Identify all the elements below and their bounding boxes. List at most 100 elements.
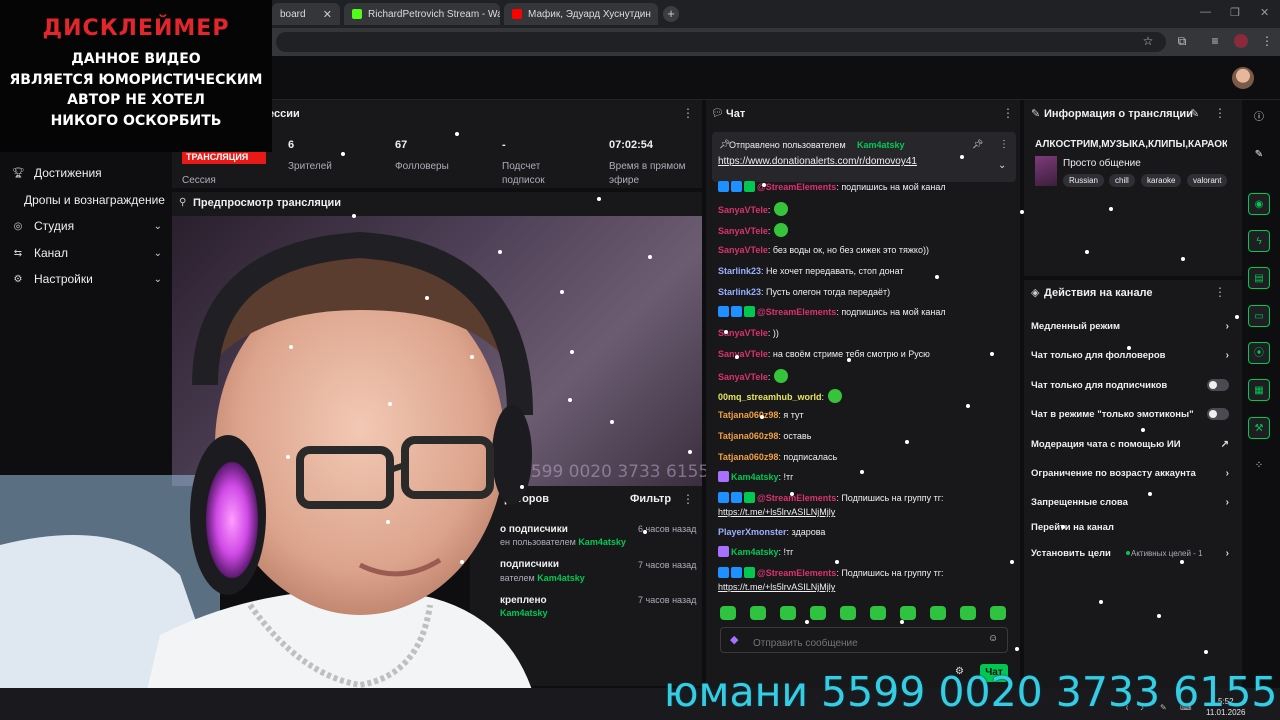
new-tab-button[interactable]: + — [663, 6, 679, 22]
chat-message[interactable]: 00mq_streamhub_world: — [718, 389, 1014, 403]
chat-username[interactable]: Kam4atsky — [731, 547, 779, 557]
camera-icon[interactable]: ◉ — [1248, 193, 1270, 215]
chat-link[interactable]: https://t.me/+ls5lrvASILNjMjly — [718, 507, 835, 517]
more-icon[interactable]: ⋮ — [1260, 34, 1274, 48]
chat-message[interactable]: SanyaVTele: — [718, 202, 1014, 216]
chat-username[interactable]: SanyaVTele — [718, 349, 768, 359]
chat-message[interactable]: PlayerXmonster: здарова — [718, 526, 1014, 538]
chat-message[interactable]: Starlink23: Не хочет передавать, стоп до… — [718, 265, 1014, 277]
chat-message[interactable]: SanyaVTele: на своём стриме тебя смотрю … — [718, 348, 1014, 360]
emote-icon[interactable] — [810, 606, 826, 620]
chat-username[interactable]: 00mq_streamhub_world — [718, 392, 822, 402]
chat-username[interactable]: @StreamElements — [757, 493, 836, 503]
chat-message[interactable]: Tatjana060z98: подписалась — [718, 451, 1014, 463]
chat-username[interactable]: PlayerXmonster — [718, 527, 787, 537]
chevron-down-icon[interactable]: ⌄ — [998, 160, 1006, 171]
chat-message[interactable]: Tatjana060z98: оставь — [718, 430, 1014, 442]
chat-username[interactable]: Starlink23 — [718, 287, 761, 297]
close-window-icon[interactable]: ✕ — [1260, 6, 1269, 19]
emote-only-toggle[interactable] — [1207, 408, 1229, 420]
unpin-icon[interactable]: 📌︎ — [972, 139, 983, 150]
info-icon[interactable]: ⓘ — [1248, 107, 1270, 129]
subscribers-only-toggle[interactable] — [1207, 379, 1229, 391]
chat-icon[interactable]: ▭ — [1248, 305, 1270, 327]
minimize-icon[interactable]: — — [1200, 6, 1211, 18]
chat-message[interactable]: @StreamElements: Подпишись на группу тг: — [718, 492, 1014, 504]
close-icon[interactable]: ✕ — [323, 8, 332, 21]
wrench-icon[interactable]: ⚒ — [1248, 417, 1270, 439]
extensions-icon[interactable]: ⧉ — [1175, 34, 1189, 48]
clipboard-icon[interactable]: ▤ — [1248, 267, 1270, 289]
chat-message[interactable]: @StreamElements: подпишись на мой канал — [718, 306, 1014, 318]
account-age-row[interactable]: Ограничение по возрасту аккаунта › — [1031, 465, 1229, 481]
chat-message[interactable]: Kam4atsky: !тг — [718, 546, 1014, 558]
more-icon[interactable]: ⋮ — [999, 139, 1009, 150]
chat-username[interactable]: Tatjana060z98 — [718, 410, 778, 420]
emote-icon[interactable] — [990, 606, 1006, 620]
avatar[interactable] — [1232, 67, 1254, 89]
more-icon[interactable]: ⋮ — [682, 492, 694, 506]
media-control-icon[interactable]: ≡ — [1208, 34, 1222, 48]
edit-icon[interactable]: ✎ — [1190, 107, 1199, 120]
pencil-icon[interactable]: ✎ — [1248, 144, 1270, 166]
filter-button[interactable]: Фильтр — [630, 493, 671, 505]
chat-username[interactable]: SanyaVTele — [718, 205, 768, 215]
emote-icon[interactable] — [960, 606, 976, 620]
chat-username[interactable]: Kam4atsky — [731, 472, 779, 482]
close-icon[interactable]: ✕ — [657, 8, 658, 21]
chat-message[interactable]: https://t.me/+ls5lrvASILNjMjly — [718, 581, 1014, 593]
emote-icon[interactable] — [840, 606, 856, 620]
chat-input[interactable] — [720, 627, 1008, 653]
chat-username[interactable]: Tatjana060z98 — [718, 431, 778, 441]
chat-message[interactable]: @StreamElements: Подпишись на группу тг: — [718, 567, 1014, 579]
chat-message[interactable]: SanyaVTele: — [718, 223, 1014, 237]
chat-message[interactable]: SanyaVTele: без воды ок, но без сижек эт… — [718, 244, 1014, 256]
chat-message[interactable]: Kam4atsky: !тг — [718, 471, 1014, 483]
pinned-link[interactable]: https://www.donationalerts.com/r/domovoy… — [718, 156, 917, 167]
browser-tab-dashboard[interactable]: board ✕ — [272, 3, 340, 25]
emote-icon[interactable] — [900, 606, 916, 620]
banned-words-row[interactable]: Запрещенные слова › — [1031, 494, 1229, 510]
chat-message[interactable]: SanyaVTele: )) — [718, 327, 1014, 339]
lightning-icon[interactable]: ϟ — [1248, 230, 1270, 252]
browser-tab-youtube[interactable]: Мафик, Эдуард Хуснутдин ✕ — [504, 3, 658, 25]
more-icon[interactable]: ⋮ — [1002, 106, 1014, 120]
chat-username[interactable]: @StreamElements — [757, 307, 836, 317]
profile-icon[interactable] — [1234, 34, 1248, 48]
emote-icon[interactable] — [930, 606, 946, 620]
more-icon[interactable]: ⋮ — [682, 106, 694, 120]
tag[interactable]: valorant — [1187, 174, 1228, 187]
chat-username[interactable]: @StreamElements — [757, 182, 836, 192]
tag[interactable]: karaoke — [1141, 174, 1182, 187]
chat-username[interactable]: Tatjana060z98 — [718, 452, 778, 462]
emote-icon[interactable] — [750, 606, 766, 620]
emote-icon[interactable] — [870, 606, 886, 620]
address-bar[interactable] — [276, 32, 1166, 52]
slow-mode-row[interactable]: Медленный режим › — [1031, 318, 1229, 334]
dots-icon[interactable]: ⁘ — [1248, 455, 1270, 477]
chat-message[interactable]: https://t.me/+ls5lrvASILNjMjly — [718, 506, 1014, 518]
more-icon[interactable]: ⋮ — [1214, 285, 1226, 299]
chat-username[interactable]: SanyaVTele — [718, 372, 768, 382]
more-icon[interactable]: ⋮ — [1214, 106, 1226, 120]
browser-tab-stream[interactable]: RichardPetrovich Stream - Wat ✕ — [344, 3, 500, 25]
chat-username[interactable]: SanyaVTele — [718, 245, 768, 255]
broadcast-icon[interactable]: ⦿ — [1248, 342, 1270, 364]
chat-link[interactable]: https://t.me/+ls5lrvASILNjMjly — [718, 582, 835, 592]
sidebar-item-drops[interactable]: Дропы и вознаграждение — [24, 189, 174, 211]
maximize-icon[interactable]: ❐ — [1230, 6, 1240, 19]
tag[interactable]: chill — [1109, 174, 1135, 187]
chat-username[interactable]: @StreamElements — [757, 568, 836, 578]
sidebar-item-achievements[interactable]: 🏆︎ Достижения — [12, 162, 162, 184]
chat-message[interactable]: SanyaVTele: — [718, 369, 1014, 383]
chat-message[interactable]: Starlink23: Пусть олегон тогда передаёт) — [718, 286, 1014, 298]
bits-icon[interactable]: ◆ — [730, 633, 740, 647]
chat-username[interactable]: SanyaVTele — [718, 226, 768, 236]
chat-username[interactable]: Starlink23 — [718, 266, 761, 276]
emote-icon[interactable] — [780, 606, 796, 620]
emoji-icon[interactable]: ☺ — [988, 633, 998, 644]
layout-icon[interactable]: ▦ — [1248, 379, 1270, 401]
tag[interactable]: Russian — [1063, 174, 1104, 187]
emote-icon[interactable] — [720, 606, 736, 620]
bookmark-star-icon[interactable]: ☆ — [1141, 34, 1155, 48]
